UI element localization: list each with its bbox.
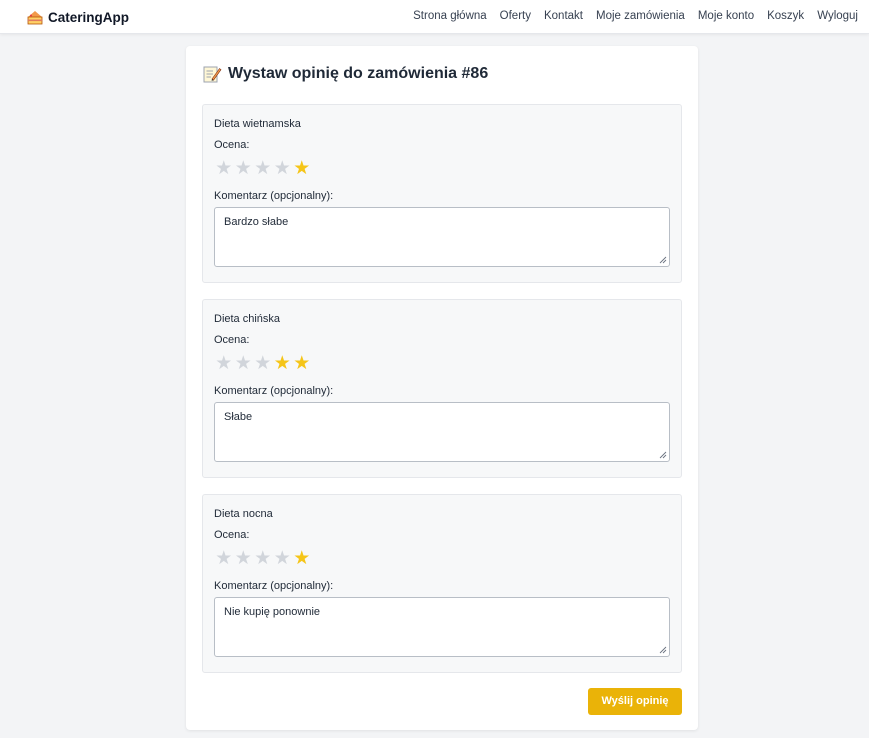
star-icon[interactable]: ★ (234, 549, 254, 569)
star-icon[interactable]: ★ (273, 354, 293, 374)
rating-label: Ocena: (214, 139, 250, 151)
review-item: Dieta chińska Ocena: ★ ★ ★ ★ ★ Komentarz (op… (202, 299, 682, 478)
star-rating: ★ ★ ★ ★ ★ (214, 549, 312, 569)
brand-logo-link[interactable]: CateringApp (26, 7, 129, 27)
nav-link-cart[interactable]: Koszyk (767, 9, 804, 24)
memo-icon (203, 66, 222, 83)
star-icon[interactable]: ★ (214, 549, 234, 569)
page-title-text: Wystaw opinię do zamówienia #86 (228, 65, 489, 82)
star-icon[interactable]: ★ (253, 354, 273, 374)
review-form-card: Wystaw opinię do zamówienia #86 Dieta wi… (186, 46, 698, 730)
star-rating: ★ ★ ★ ★ ★ (214, 354, 312, 374)
star-icon[interactable]: ★ (273, 159, 293, 179)
star-icon[interactable]: ★ (292, 159, 312, 179)
star-icon[interactable]: ★ (273, 549, 293, 569)
comment-label: Komentarz (opcjonalny): (214, 190, 334, 202)
nav-link-logout[interactable]: Wyloguj (817, 9, 858, 24)
diet-name: Dieta chińska (214, 313, 281, 325)
star-icon[interactable]: ★ (253, 159, 273, 179)
nav-link-my-account[interactable]: Moje konto (698, 9, 754, 24)
nav-links: Strona główna Oferty Kontakt Moje zamówi… (400, 9, 858, 24)
star-rating: ★ ★ ★ ★ ★ (214, 159, 312, 179)
top-navbar: CateringApp Strona główna Oferty Kontakt… (0, 0, 869, 34)
resize-handle-icon[interactable] (659, 646, 667, 654)
star-icon[interactable]: ★ (234, 159, 254, 179)
nav-link-contact[interactable]: Kontakt (544, 9, 583, 24)
brand-name: CateringApp (48, 9, 129, 25)
comment-textarea[interactable]: Słabe (214, 402, 670, 462)
comment-textarea[interactable]: Nie kupię ponownie (214, 597, 670, 657)
comment-text: Bardzo słabe (224, 216, 289, 228)
comment-label: Komentarz (opcjonalny): (214, 385, 334, 397)
submit-review-button[interactable]: Wyślij opinię (588, 688, 682, 715)
star-icon[interactable]: ★ (234, 354, 254, 374)
page-title: Wystaw opinię do zamówienia #86 (202, 63, 488, 85)
diet-name: Dieta nocna (214, 508, 273, 520)
comment-label: Komentarz (opcjonalny): (214, 580, 334, 592)
star-icon[interactable]: ★ (292, 354, 312, 374)
cake-icon (27, 11, 43, 25)
rating-label: Ocena: (214, 529, 250, 541)
review-item: Dieta nocna Ocena: ★ ★ ★ ★ ★ Komentarz (opcj… (202, 494, 682, 673)
resize-handle-icon[interactable] (659, 256, 667, 264)
star-icon[interactable]: ★ (253, 549, 273, 569)
nav-link-offers[interactable]: Oferty (500, 9, 531, 24)
star-icon[interactable]: ★ (214, 354, 234, 374)
comment-textarea[interactable]: Bardzo słabe (214, 207, 670, 267)
nav-link-home[interactable]: Strona główna (413, 9, 487, 24)
review-item: Dieta wietnamska Ocena: ★ ★ ★ ★ ★ Komentarz … (202, 104, 682, 283)
comment-text: Nie kupię ponownie (224, 606, 321, 618)
resize-handle-icon[interactable] (659, 451, 667, 459)
star-icon[interactable]: ★ (292, 549, 312, 569)
rating-label: Ocena: (214, 334, 250, 346)
star-icon[interactable]: ★ (214, 159, 234, 179)
nav-link-my-orders[interactable]: Moje zamówienia (596, 9, 685, 24)
comment-text: Słabe (224, 411, 253, 423)
diet-name: Dieta wietnamska (214, 118, 301, 130)
